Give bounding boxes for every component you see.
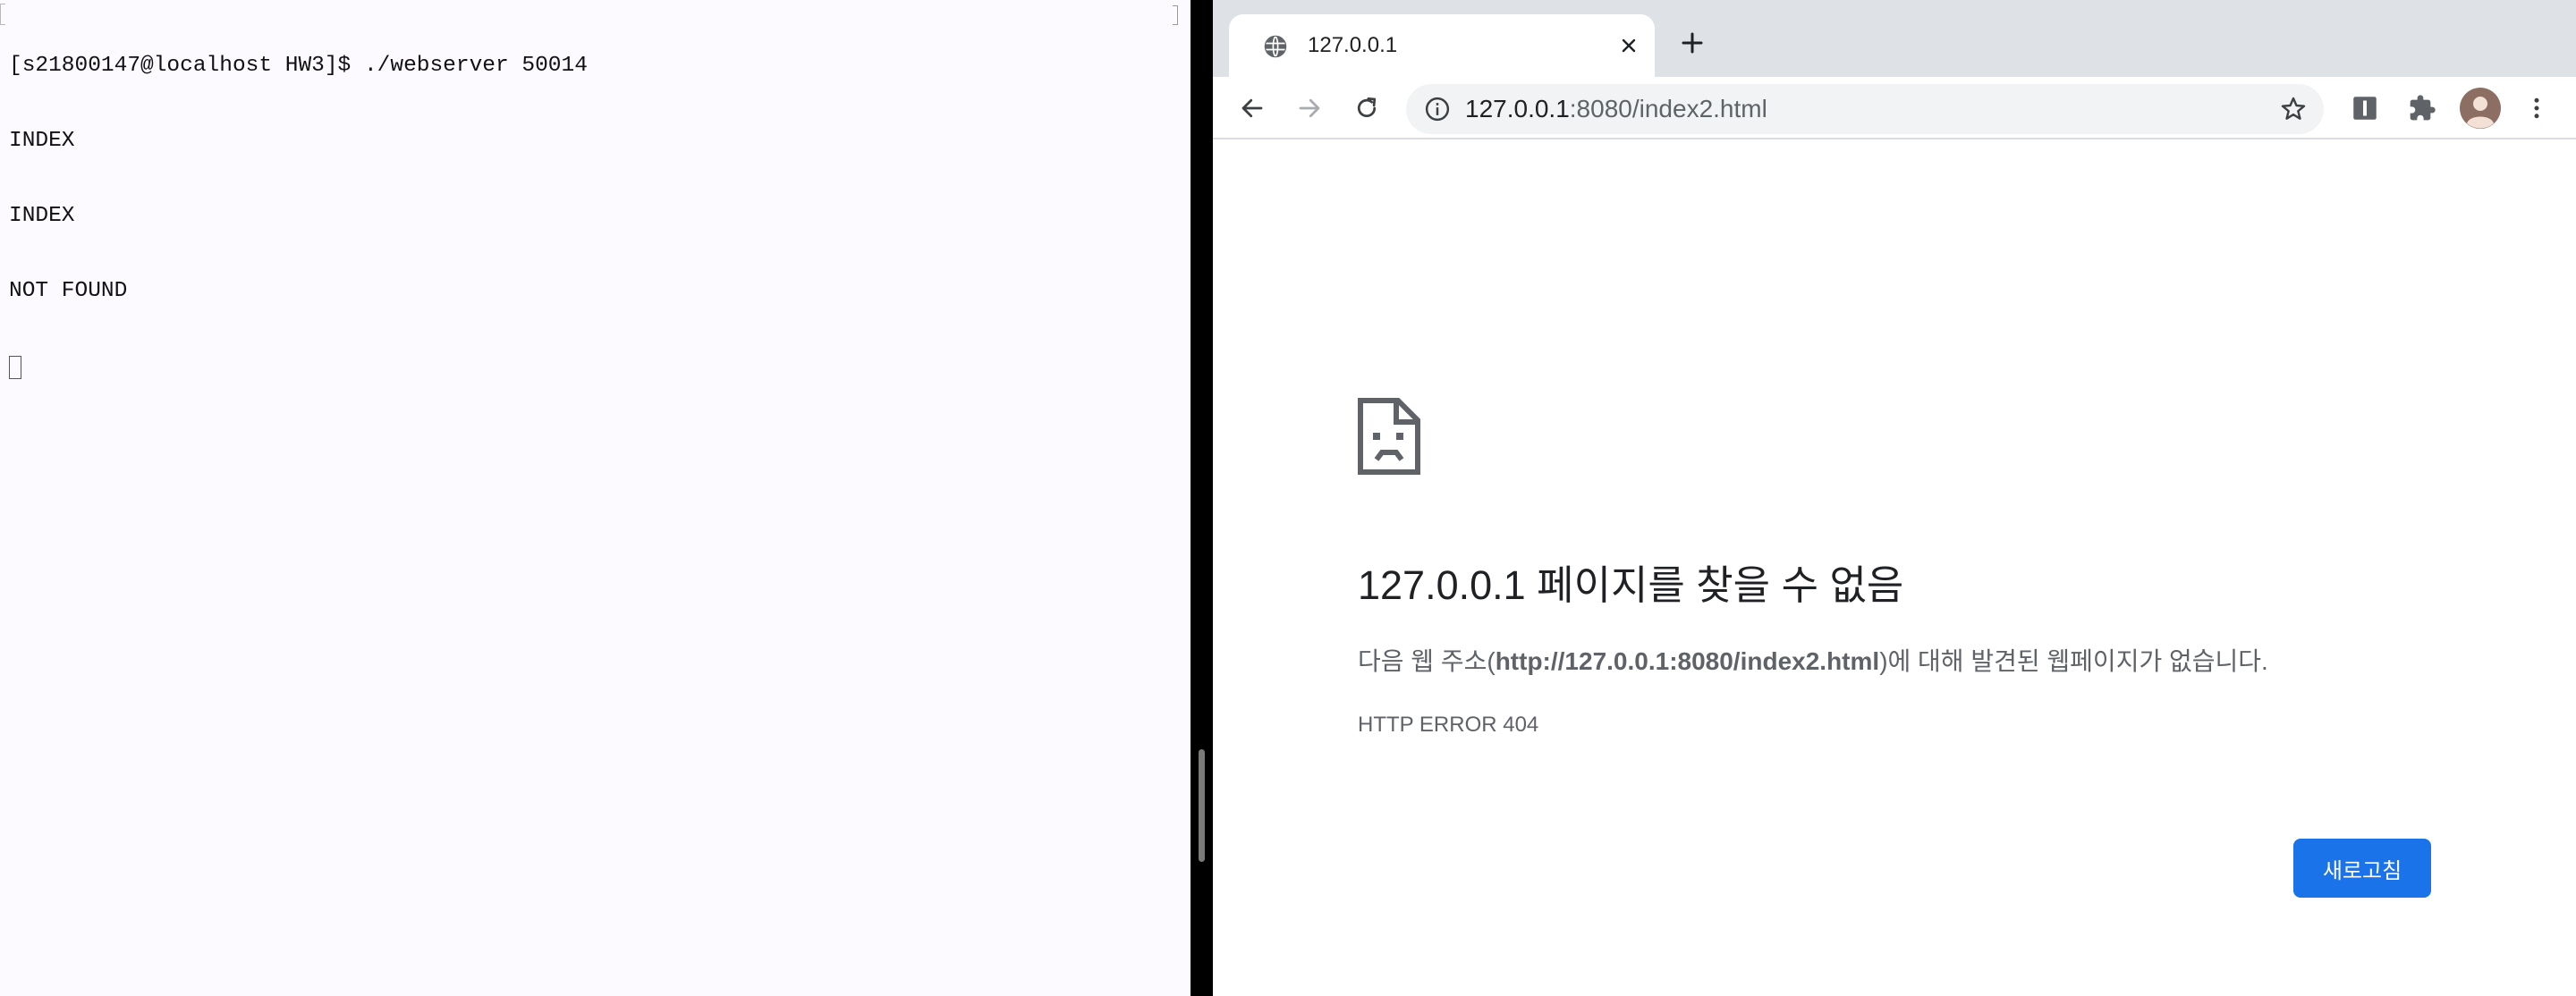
url-text: 127.0.0.1:8080/index2.html: [1465, 95, 1767, 123]
tab-strip: 127.0.0.1: [1213, 0, 2576, 77]
url-host: 127.0.0.1: [1465, 95, 1570, 122]
error-desc-suffix: )에 대해 발견된 웹페이지가 없습니다.: [1879, 647, 2268, 675]
tab-title: 127.0.0.1: [1308, 33, 1398, 57]
url-path: :8080/index2.html: [1569, 95, 1767, 122]
sad-document-icon: [1357, 397, 1421, 476]
close-icon[interactable]: [1615, 32, 1642, 59]
new-tab-plus-icon[interactable]: [1676, 27, 1708, 59]
browser-toolbar: 127.0.0.1:8080/index2.html: [1213, 77, 2576, 139]
error-desc-prefix: 다음 웹 주소(: [1358, 647, 1496, 675]
reload-icon[interactable]: [1351, 92, 1383, 124]
arrow-left-icon[interactable]: [1236, 92, 1268, 124]
avatar[interactable]: [2460, 88, 2501, 129]
terminal-cursor: [9, 356, 21, 379]
terminal-bracket-right: [1173, 5, 1178, 25]
reload-button[interactable]: 새로고침: [2293, 839, 2431, 898]
divider-handle[interactable]: [1199, 749, 1205, 862]
arrow-right-icon[interactable]: [1293, 92, 1326, 124]
address-bar[interactable]: 127.0.0.1:8080/index2.html: [1406, 84, 2324, 134]
kebab-menu-icon[interactable]: [2521, 92, 2553, 124]
globe-icon: [1263, 34, 1288, 59]
terminal-window[interactable]: [s21800147@localhost HW3]$ ./webserver 5…: [0, 0, 1191, 996]
reader-icon[interactable]: [2349, 92, 2381, 124]
error-description: 다음 웹 주소(http://127.0.0.1:8080/index2.htm…: [1358, 646, 2268, 678]
terminal-line: NOT FOUND: [9, 279, 128, 303]
terminal-cursor-line: [9, 354, 588, 379]
terminal-output: [s21800147@localhost HW3]$ ./webserver 5…: [9, 4, 588, 429]
terminal-line: [s21800147@localhost HW3]$ ./webserver 5…: [9, 54, 588, 78]
error-page: 127.0.0.1 페이지를 찾을 수 없음 다음 웹 주소(http://12…: [1213, 141, 2576, 996]
error-code: HTTP ERROR 404: [1358, 713, 1539, 737]
browser-window: 127.0.0.1 127.0.0.1:8080/index2.html 127…: [1213, 0, 2576, 996]
terminal-line: INDEX: [9, 129, 75, 153]
tab-active[interactable]: 127.0.0.1: [1229, 14, 1655, 77]
terminal-line: INDEX: [9, 204, 75, 228]
error-desc-url: http://127.0.0.1:8080/index2.html: [1495, 647, 1880, 675]
error-title: 127.0.0.1 페이지를 찾을 수 없음: [1358, 562, 1904, 608]
star-icon[interactable]: [2279, 95, 2308, 123]
split-divider[interactable]: [1191, 0, 1213, 996]
info-icon[interactable]: [1424, 96, 1451, 122]
terminal-bracket-left: [0, 4, 5, 25]
puzzle-icon[interactable]: [2406, 92, 2438, 124]
